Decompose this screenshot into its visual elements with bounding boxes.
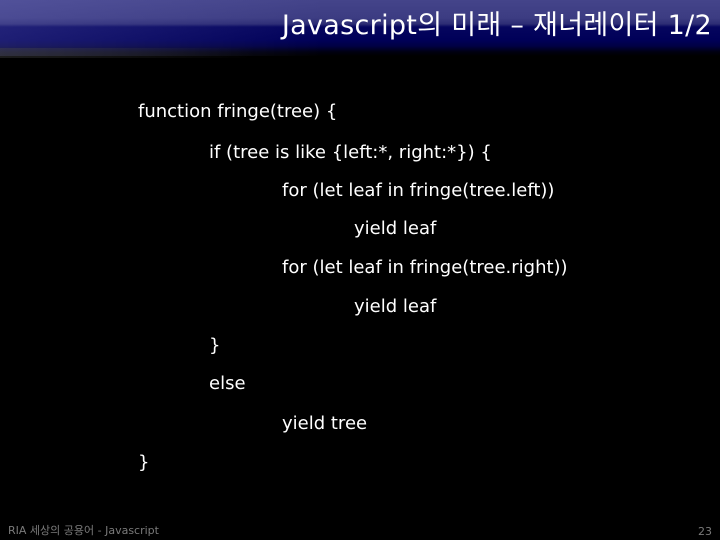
code-line: if (tree is like {left:*, right:*}) { bbox=[209, 142, 492, 163]
code-line: yield leaf bbox=[354, 296, 437, 317]
code-block: function fringe(tree) { if (tree is like… bbox=[0, 0, 720, 540]
slide-number: 23 bbox=[698, 525, 712, 538]
code-line: yield tree bbox=[282, 413, 368, 434]
footer-caption: RIA 세상의 공용어 - Javascript bbox=[8, 524, 159, 537]
code-line: } bbox=[209, 335, 221, 356]
code-line: yield leaf bbox=[354, 218, 437, 239]
code-line: for (let leaf in fringe(tree.right)) bbox=[282, 257, 568, 278]
code-line: function fringe(tree) { bbox=[138, 101, 338, 122]
code-line: for (let leaf in fringe(tree.left)) bbox=[282, 180, 555, 201]
code-line: else bbox=[209, 373, 246, 394]
code-line: } bbox=[138, 452, 150, 473]
